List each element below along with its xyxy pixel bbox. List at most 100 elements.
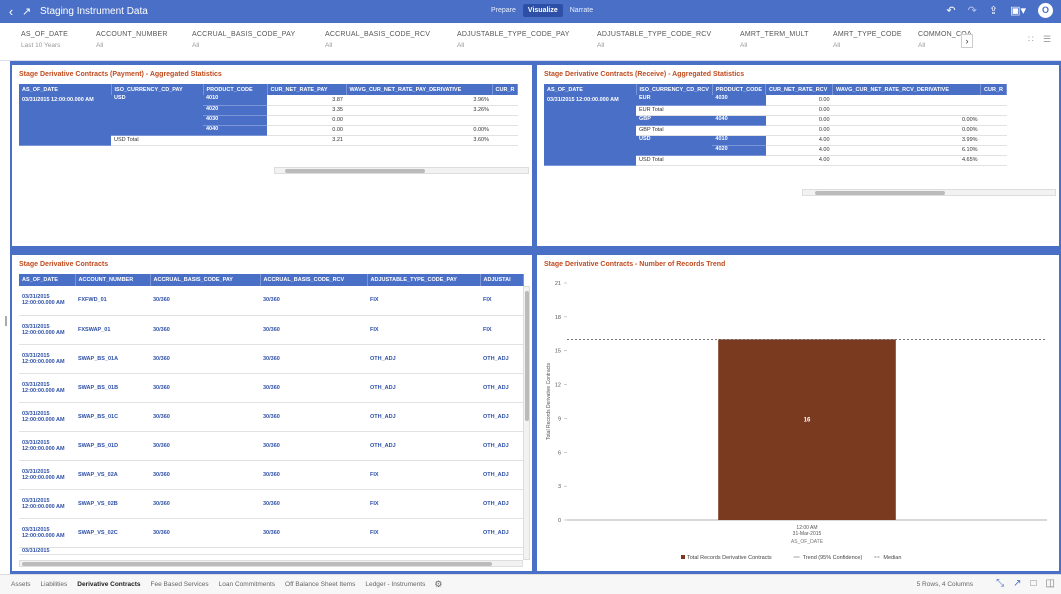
column-header[interactable]: ISO_CURRENCY_CD_RCV bbox=[636, 84, 713, 95]
column-header[interactable]: CUR_NET_RATE_PAY bbox=[267, 84, 347, 95]
table-row[interactable]: 03/31/2015 bbox=[19, 547, 523, 555]
trend-chart[interactable]: 0 3 6 9 12 15 18 21 Total Records Derivative Con… bbox=[537, 255, 1059, 571]
mode-prepare[interactable]: Prepare bbox=[486, 4, 521, 17]
mode-visualize[interactable]: Visualize bbox=[522, 4, 563, 17]
tab-derivative-contracts[interactable]: Derivative Contracts bbox=[72, 581, 145, 588]
table-row[interactable]: 03/31/2015 12:00:00.000 AM SWAP_VS_02C 3… bbox=[19, 518, 523, 548]
share-icon[interactable]: ⇪ bbox=[989, 4, 998, 17]
vertical-scrollbar[interactable] bbox=[523, 286, 530, 560]
filter-amrt-term-mult[interactable]: AMRT_TERM_MULT All bbox=[740, 31, 809, 49]
back-chevron-icon[interactable]: ‹ bbox=[0, 4, 22, 19]
gear-icon[interactable]: ⚙ bbox=[434, 579, 442, 590]
filter-accrual-basis-pay[interactable]: ACCRUAL_BASIS_CODE_PAY All bbox=[192, 31, 295, 49]
payment-stats-panel[interactable]: Stage Derivative Contracts (Payment) - A… bbox=[12, 65, 532, 246]
column-header[interactable]: WAVG_CUR_NET_RATE_RCV_DERIVATIVE bbox=[832, 84, 982, 95]
tab-liabilities[interactable]: Liabilities bbox=[36, 581, 73, 588]
filter-adjustable-type-rcv[interactable]: ADJUSTABLE_TYPE_CODE_RCV All bbox=[597, 31, 711, 49]
account-cell: SWAP_BS_01B bbox=[75, 373, 150, 403]
table-row[interactable]: 03/31/2015 12:00:00.000 AM USD 4010 3.87… bbox=[19, 95, 518, 146]
account-cell: SWAP_VS_02B bbox=[75, 489, 150, 519]
fit-icon[interactable]: ⤡ bbox=[996, 578, 1004, 589]
tab-assets[interactable]: Assets bbox=[6, 581, 36, 588]
rate-cell: 4.00 bbox=[765, 145, 833, 156]
column-header[interactable]: CUR_NET_RATE_RCV bbox=[765, 84, 834, 95]
horizontal-scrollbar[interactable] bbox=[802, 189, 1056, 196]
filter-amrt-type-code[interactable]: AMRT_TYPE_CODE All bbox=[833, 31, 902, 49]
tab-ledger-instruments[interactable]: Ledger - Instruments bbox=[360, 581, 430, 588]
filter-as-of-date[interactable]: AS_OF_DATE Last 10 Years bbox=[21, 31, 68, 49]
scrollbar-thumb[interactable] bbox=[285, 169, 425, 173]
table-row[interactable]: 03/31/2015 12:00:00.000 AM FXSWAP_01 30/… bbox=[19, 315, 523, 345]
table-row[interactable]: 03/31/2015 12:00:00.000 AM SWAP_BS_01A 3… bbox=[19, 344, 523, 374]
empty-cell bbox=[980, 125, 1007, 136]
column-header[interactable]: ISO_CURRENCY_CD_PAY bbox=[111, 84, 204, 95]
filter-panel-icon[interactable]: ☰ bbox=[1043, 34, 1051, 45]
horizontal-scrollbar[interactable] bbox=[274, 167, 529, 174]
filter-adjustable-type-pay[interactable]: ADJUSTABLE_TYPE_CODE_PAY All bbox=[457, 31, 570, 49]
column-header[interactable]: ADJUSTAI bbox=[480, 274, 524, 286]
rate-cell: 3.21 bbox=[267, 135, 346, 146]
filter-settings-icon[interactable]: ∷ bbox=[1028, 34, 1034, 45]
column-header[interactable]: ADJUSTABLE_TYPE_CODE_PAY bbox=[367, 274, 481, 286]
grid-view-icon[interactable]: □ bbox=[1031, 578, 1037, 589]
redo-icon[interactable]: ↷ bbox=[968, 4, 977, 17]
column-header[interactable]: CUR_R bbox=[980, 84, 1007, 95]
y-tick-label: 15 bbox=[555, 349, 561, 355]
table-row[interactable]: 03/31/2015 12:00:00.000 AM SWAP_BS_01C 3… bbox=[19, 402, 523, 432]
tab-off-balance-sheet-items[interactable]: Off Balance Sheet Items bbox=[280, 581, 360, 588]
date-cell: 03/31/2015 12:00:00.000 AM bbox=[544, 95, 636, 166]
table-header-row: AS_OF_DATE ACCOUNT_NUMBER ACCRUAL_BASIS_… bbox=[19, 274, 524, 286]
column-header[interactable]: AS_OF_DATE bbox=[19, 84, 112, 95]
footer-bar: Assets Liabilities Derivative Contracts … bbox=[0, 574, 1061, 594]
rate-cell: 0.00 bbox=[765, 105, 833, 116]
scrollbar-thumb[interactable] bbox=[815, 191, 945, 195]
trend-chart-panel[interactable]: Stage Derivative Contracts - Number of R… bbox=[537, 255, 1059, 571]
horizontal-scrollbar[interactable] bbox=[19, 560, 523, 567]
table-row[interactable]: 03/31/2015 12:00:00.000 AM SWAP_VS_02A 3… bbox=[19, 460, 523, 490]
filter-value: All bbox=[457, 42, 465, 49]
column-header[interactable]: ACCRUAL_BASIS_CODE_PAY bbox=[150, 274, 261, 286]
adjustable-pay-cell: OTH_ADJ bbox=[367, 431, 480, 461]
column-header[interactable]: CUR_R bbox=[492, 84, 519, 95]
scrollbar-thumb[interactable] bbox=[525, 291, 529, 421]
filter-accrual-basis-rcv[interactable]: ACCRUAL_BASIS_CODE_RCV All bbox=[325, 31, 430, 49]
table-row[interactable]: 03/31/2015 12:00:00.000 AM SWAP_VS_02B 3… bbox=[19, 489, 523, 519]
receive-stats-panel[interactable]: Stage Derivative Contracts (Receive) - A… bbox=[537, 65, 1059, 246]
filter-scroll-right-button[interactable]: › bbox=[961, 34, 973, 48]
receive-pivot-table[interactable]: AS_OF_DATE ISO_CURRENCY_CD_RCV PRODUCT_C… bbox=[544, 84, 1007, 166]
panel-resize-handle[interactable] bbox=[5, 316, 7, 326]
column-header[interactable]: PRODUCT_CODE bbox=[203, 84, 268, 95]
save-icon[interactable]: ▣▾ bbox=[1010, 4, 1026, 17]
undo-icon[interactable]: ↶ bbox=[946, 4, 955, 17]
column-header[interactable]: AS_OF_DATE bbox=[19, 274, 76, 286]
scrollbar-thumb[interactable] bbox=[22, 562, 492, 566]
empty-cell bbox=[492, 95, 518, 106]
table-row[interactable]: 03/31/2015 12:00:00.000 AM EUR 4030 0.00 bbox=[544, 95, 1007, 166]
panel-title: Stage Derivative Contracts (Payment) - A… bbox=[19, 71, 222, 78]
payment-pivot-table[interactable]: AS_OF_DATE ISO_CURRENCY_CD_PAY PRODUCT_C… bbox=[19, 84, 519, 146]
column-header[interactable]: AS_OF_DATE bbox=[544, 84, 637, 95]
tab-fee-based-services[interactable]: Fee Based Services bbox=[146, 581, 214, 588]
table-row[interactable]: 03/31/2015 12:00:00.000 AM SWAP_BS_01D 3… bbox=[19, 431, 523, 461]
avatar-icon[interactable]: O bbox=[1038, 3, 1053, 18]
accrual-pay-cell: 30/360 bbox=[150, 315, 260, 345]
tab-loan-commitments[interactable]: Loan Commitments bbox=[214, 581, 280, 588]
column-header[interactable]: ACCOUNT_NUMBER bbox=[75, 274, 151, 286]
filter-value: All bbox=[192, 42, 200, 49]
table-row[interactable]: 03/31/2015 12:00:00.000 AM FXFWD_01 30/3… bbox=[19, 286, 523, 316]
adjustable-rcv-cell: FIX bbox=[480, 315, 523, 345]
date-cell: 03/31/2015 12:00:00.000 AM bbox=[19, 431, 75, 461]
empty-cell bbox=[980, 105, 1007, 116]
split-view-icon[interactable]: ◫ bbox=[1046, 578, 1055, 589]
pointer-icon[interactable]: ↗ bbox=[1013, 578, 1021, 589]
column-header[interactable]: PRODUCT_CODE bbox=[712, 84, 767, 95]
contracts-panel[interactable]: Stage Derivative Contracts AS_OF_DATE AC… bbox=[12, 255, 532, 571]
mode-narrate[interactable]: Narrate bbox=[565, 4, 598, 17]
contracts-table[interactable]: AS_OF_DATE ACCOUNT_NUMBER ACCRUAL_BASIS_… bbox=[19, 274, 524, 555]
table-row[interactable]: 03/31/2015 12:00:00.000 AM SWAP_BS_01B 3… bbox=[19, 373, 523, 403]
adjustable-pay-cell: FIX bbox=[367, 489, 480, 519]
date-cell: 03/31/2015 bbox=[19, 547, 75, 555]
filter-account-number[interactable]: ACCOUNT_NUMBER All bbox=[96, 31, 168, 49]
column-header[interactable]: ACCRUAL_BASIS_CODE_RCV bbox=[260, 274, 368, 286]
column-header[interactable]: WAVG_CUR_NET_RATE_PAY_DERIVATIVE bbox=[346, 84, 493, 95]
